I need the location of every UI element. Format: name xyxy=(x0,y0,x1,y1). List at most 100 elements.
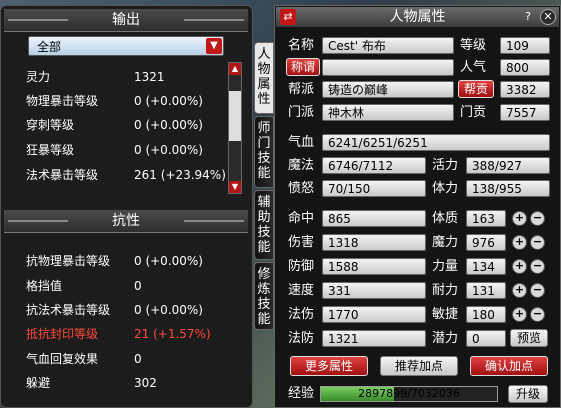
popularity-label: 人气 xyxy=(460,60,487,75)
minus-icon[interactable]: − xyxy=(530,283,545,298)
attribute-field: 163 xyxy=(466,210,506,227)
tab-label: 师门技能 xyxy=(257,121,271,181)
stat-field: 1588 xyxy=(322,258,426,275)
resist-stat-label: 抗物理暴击等级 xyxy=(26,254,111,268)
attribute-label: 耐力 xyxy=(432,283,459,298)
attribute-field: 976 xyxy=(466,234,506,251)
gang-field: 铸造の巅峰 xyxy=(322,81,454,98)
stat-label: 法伤 xyxy=(288,307,315,322)
output-scrollbar[interactable]: ▲ ▼ xyxy=(228,62,242,194)
confirm-points-button[interactable]: 确认加点 xyxy=(470,356,548,376)
attribute-label: 敏捷 xyxy=(432,307,459,322)
magic-defense-label: 法防 xyxy=(288,331,315,346)
output-section-title: 输出 xyxy=(112,12,140,28)
potential-label: 潜力 xyxy=(432,331,459,346)
scroll-thumb[interactable] xyxy=(229,91,241,141)
resist-stat-value: 0 xyxy=(134,279,142,293)
plus-icon[interactable]: + xyxy=(512,211,527,226)
resist-stat-label: 抗法术暴击等级 xyxy=(26,303,111,317)
rage-label: 愤怒 xyxy=(288,181,315,196)
exp-text: 2897899/7032036 xyxy=(358,387,460,400)
resist-section-title: 抗性 xyxy=(112,213,140,229)
resist-stat-value: 0 (+0.00%) xyxy=(134,303,203,317)
attribute-label: 力量 xyxy=(432,259,459,274)
resist-stat-value: 0 xyxy=(134,352,142,366)
name-field: Cest' 布布 xyxy=(322,37,454,54)
menu-icon[interactable]: ⇄ xyxy=(280,9,296,25)
tab-school-skills[interactable]: 师门技能 xyxy=(254,116,274,188)
title-button[interactable]: 称谓 xyxy=(286,58,320,76)
stat-field: 1770 xyxy=(322,306,426,323)
resist-stat-value: 0 (+0.00%) xyxy=(134,254,203,268)
plus-icon[interactable]: + xyxy=(512,235,527,250)
attribute-field: 134 xyxy=(466,258,506,275)
tab-label: 人物属性 xyxy=(257,47,271,107)
more-attributes-button[interactable]: 更多属性 xyxy=(290,356,368,376)
school-contrib-field: 7557 xyxy=(500,104,550,121)
output-section-header: 输出 xyxy=(4,9,248,32)
minus-icon[interactable]: − xyxy=(530,235,545,250)
attribute-filter-select[interactable]: 全部 ▼ xyxy=(28,36,224,56)
popularity-field: 800 xyxy=(500,59,550,76)
plus-icon[interactable]: + xyxy=(512,259,527,274)
tab-support-skills[interactable]: 辅助技能 xyxy=(254,190,274,260)
gang-contrib-field: 3382 xyxy=(500,81,550,98)
level-field: 109 xyxy=(500,37,550,54)
minus-icon[interactable]: − xyxy=(530,211,545,226)
gang-contrib-button[interactable]: 帮贡 xyxy=(458,80,494,98)
upgrade-button[interactable]: 升级 xyxy=(508,385,548,403)
tab-character-attributes[interactable]: 人物属性 xyxy=(254,42,274,114)
scroll-down-icon[interactable]: ▼ xyxy=(229,181,241,193)
recommend-points-button[interactable]: 推荐加点 xyxy=(380,356,458,376)
attribute-label: 体质 xyxy=(432,211,459,226)
attribute-label: 魔力 xyxy=(432,235,459,250)
resist-stat-label: 躲避 xyxy=(26,376,51,390)
stamina-label: 体力 xyxy=(432,181,459,196)
hp-label: 气血 xyxy=(288,135,315,150)
output-stat-value: 0 (+0.00%) xyxy=(134,118,203,132)
potential-field: 0 xyxy=(466,330,506,347)
rage-field: 70/150 xyxy=(322,180,426,197)
tab-cultivation-skills[interactable]: 修炼技能 xyxy=(254,262,274,330)
stamina-field: 138/955 xyxy=(466,180,550,197)
output-stat-value: 261 (+23.94%) xyxy=(134,168,226,182)
window-titlebar[interactable]: 人物属性 xyxy=(276,7,559,27)
plus-icon[interactable]: + xyxy=(512,307,527,322)
plus-icon[interactable]: + xyxy=(512,283,527,298)
title-field xyxy=(322,59,454,76)
chevron-down-icon[interactable]: ▼ xyxy=(206,38,222,54)
minus-icon[interactable]: − xyxy=(530,307,545,322)
attribute-field: 131 xyxy=(466,282,506,299)
vitality-field: 388/927 xyxy=(466,157,550,174)
output-stat-label: 灵力 xyxy=(26,70,51,84)
attribute-filter-value: 全部 xyxy=(37,40,62,54)
attribute-detail-panel xyxy=(0,5,253,408)
school-field: 神木林 xyxy=(322,104,454,121)
output-stat-label: 法术暴击等级 xyxy=(26,168,99,182)
stat-field: 331 xyxy=(322,282,426,299)
help-icon[interactable]: ? xyxy=(520,9,536,25)
attribute-field: 180 xyxy=(466,306,506,323)
preview-button[interactable]: 预览 xyxy=(510,329,548,347)
exp-bar: 2897899/7032036 xyxy=(320,386,498,402)
resist-stat-label: 格挡值 xyxy=(26,279,63,293)
gang-label: 帮派 xyxy=(288,82,315,97)
stat-field: 865 xyxy=(322,210,426,227)
resist-stat-label: 气血回复效果 xyxy=(26,352,99,366)
stat-label: 速度 xyxy=(288,283,315,298)
close-icon[interactable]: ✕ xyxy=(540,9,556,25)
level-label: 等级 xyxy=(460,38,487,53)
output-stat-value: 0 (+0.00%) xyxy=(134,143,203,157)
window-title: 人物属性 xyxy=(389,9,446,25)
hp-field: 6241/6251/6251 xyxy=(322,134,550,151)
minus-icon[interactable]: − xyxy=(530,259,545,274)
resist-stat-value: 302 xyxy=(134,376,157,390)
output-stat-value: 0 (+0.00%) xyxy=(134,94,203,108)
resist-stat-value: 21 (+1.57%) xyxy=(134,327,211,341)
tab-label: 辅助技能 xyxy=(257,195,271,255)
stat-label: 伤害 xyxy=(288,235,315,250)
school-contrib-label: 门贡 xyxy=(460,105,487,120)
scroll-up-icon[interactable]: ▲ xyxy=(229,63,241,75)
output-stat-value: 1321 xyxy=(134,70,165,84)
school-label: 门派 xyxy=(288,105,315,120)
